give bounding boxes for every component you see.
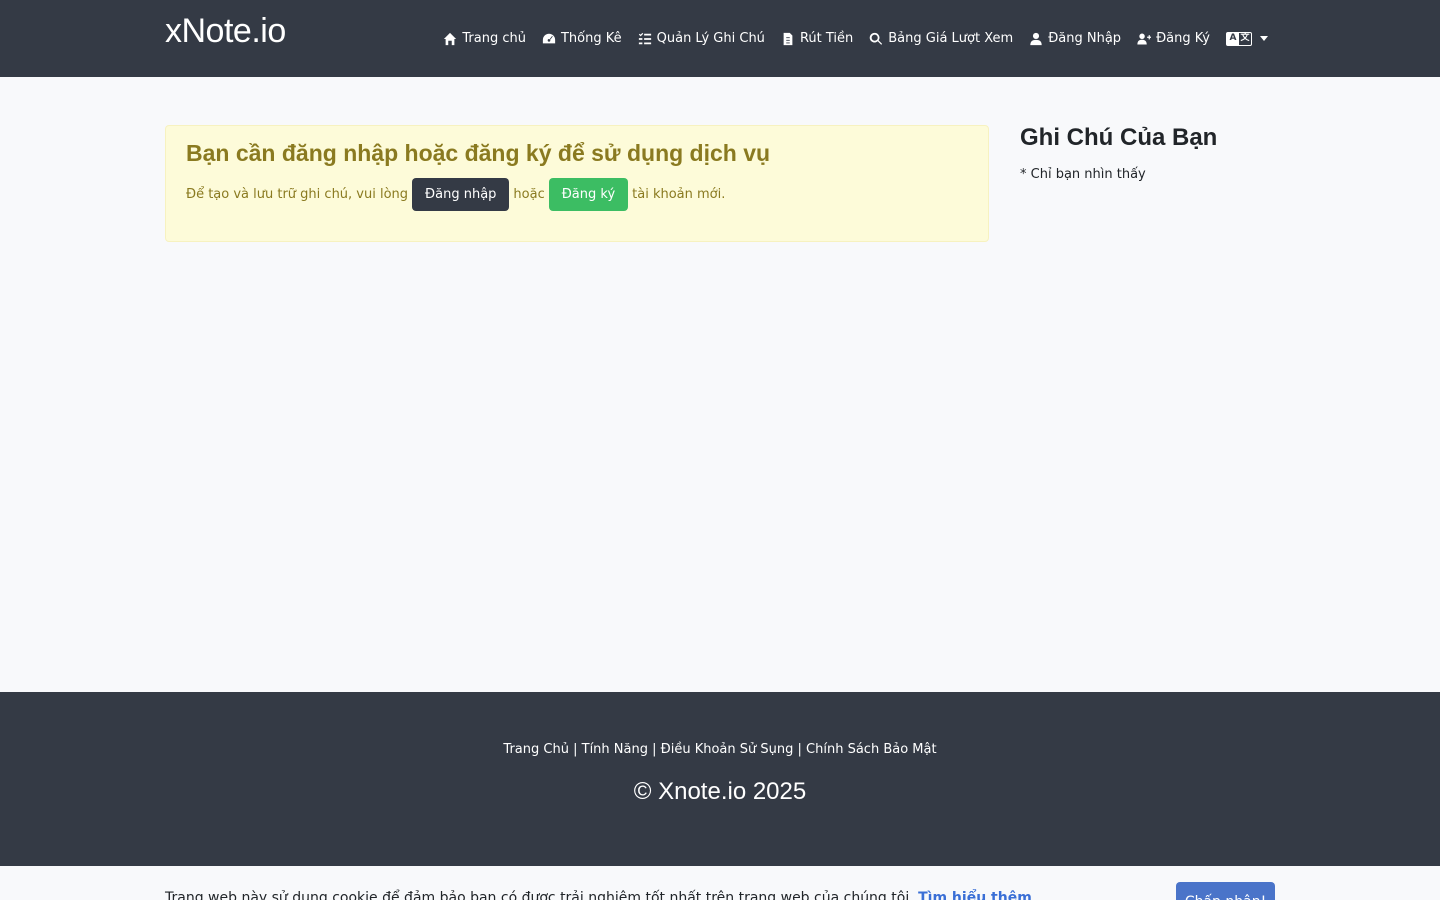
footer-separator: | [573,742,578,757]
cookie-banner: Trang web này sử dụng cookie để đảm bảo … [0,866,1440,900]
copyright: © Xnote.io 2025 [633,778,807,805]
footer: Trang Chủ | Tính Năng | Điều Khoản Sử Sụ… [0,692,1440,866]
cookie-accept-button[interactable]: Chấp nhận! [1176,882,1275,900]
caret-down-icon [1260,36,1268,41]
nav-item-stats[interactable]: Thống Kê [542,31,622,46]
footer-separator: | [797,742,802,757]
nav-item-label: Đăng Ký [1156,31,1210,46]
nav-item-pricing[interactable]: Bảng Giá Lượt Xem [869,31,1013,46]
footer-separator: | [652,742,657,757]
language-icon: A文 [1226,31,1252,46]
alert-message: Để tạo và lưu trữ ghi chú, vui lòng Đăng… [186,178,968,211]
brand-logo[interactable]: xNote.io [165,12,286,51]
nav-item-label: Rút Tiền [799,31,854,46]
nav-item-label: Thống Kê [560,31,622,46]
nav-item-label: Quản Lý Ghi Chú [656,31,765,46]
nav-item-login[interactable]: Đăng Nhập [1029,31,1121,46]
footer-link-home[interactable]: Trang Chủ [503,742,569,757]
cookie-message: Trang web này sử dụng cookie để đảm bảo … [165,890,1032,900]
sidebar-title: Ghi Chú Của Bạn [1020,124,1218,151]
file-invoice-icon [783,32,793,45]
footer-link-terms[interactable]: Điều Khoản Sử Sụng [661,742,794,757]
nav-item-label: Bảng Giá Lượt Xem [888,31,1014,46]
login-required-alert: Bạn cần đăng nhập hoặc đăng ký để sử dụn… [165,125,989,242]
nav-item-notes[interactable]: Quản Lý Ghi Chú [638,31,765,46]
cookie-text: Trang web này sử dụng cookie để đảm bảo … [165,890,914,900]
search-dollar-icon [869,32,883,45]
login-button[interactable]: Đăng nhập [412,178,510,211]
alert-title: Bạn cần đăng nhập hoặc đăng ký để sử dụn… [186,140,771,166]
sidebar-subtitle: * Chỉ bạn nhìn thấy [1020,167,1146,182]
nav-item-withdraw[interactable]: Rút Tiền [781,31,853,46]
cookie-learn-more-link[interactable]: Tìm hiểu thêm [918,890,1032,900]
main-nav: Trang chủ Thống Kê Quản Lý Ghi Chú Rút T… [443,0,1268,77]
nav-item-home[interactable]: Trang chủ [443,31,526,46]
alert-text-before: Để tạo và lưu trữ ghi chú, vui lòng [186,187,409,202]
user-icon [1030,32,1042,45]
register-button[interactable]: Đăng ký [548,178,629,211]
user-plus-icon [1137,33,1152,44]
language-dropdown[interactable]: A文 [1226,31,1268,46]
alert-text-middle: hoặc [513,187,545,202]
footer-links: Trang Chủ | Tính Năng | Điều Khoản Sử Sụ… [0,742,1440,757]
nav-item-register[interactable]: Đăng Ký [1137,31,1210,46]
nav-item-label: Trang chủ [462,31,526,46]
list-check-icon [638,32,651,44]
gauge-icon [542,33,556,43]
alert-text-after: tài khoản mới. [632,187,726,202]
home-icon [444,32,457,45]
top-navbar: xNote.io Trang chủ Thống Kê Quản Lý Ghi … [0,0,1440,77]
nav-item-label: Đăng Nhập [1048,31,1122,46]
footer-link-features[interactable]: Tính Năng [582,742,648,757]
footer-link-privacy[interactable]: Chính Sách Bảo Mật [806,742,937,757]
